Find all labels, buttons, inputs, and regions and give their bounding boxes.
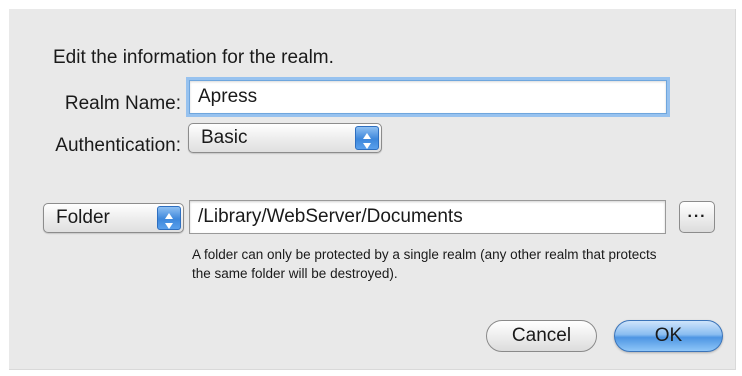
- authentication-popup[interactable]: Basic: [188, 123, 382, 153]
- up-down-arrows-icon: [355, 126, 379, 150]
- authentication-label: Authentication:: [55, 135, 181, 156]
- up-down-arrows-icon: [157, 206, 181, 230]
- scope-selected: Folder: [56, 207, 110, 228]
- folder-note: A folder can only be protected by a sing…: [192, 247, 657, 281]
- scope-popup[interactable]: Folder: [43, 203, 184, 233]
- dialog-prompt: Edit the information for the realm.: [53, 47, 334, 68]
- realm-name-input[interactable]: Apress: [189, 80, 667, 114]
- folder-path-value: /Library/WebServer/Documents: [198, 206, 463, 227]
- cancel-button[interactable]: Cancel: [486, 320, 597, 352]
- realm-name-value: Apress: [198, 86, 258, 107]
- ok-button[interactable]: OK: [614, 320, 723, 352]
- realm-name-label: Realm Name:: [64, 93, 181, 114]
- folder-path-input[interactable]: /Library/WebServer/Documents: [189, 200, 666, 234]
- authentication-selected: Basic: [201, 127, 248, 148]
- browse-button[interactable]: ···: [679, 201, 715, 233]
- edit-realm-dialog: Edit the information for the realm. Real…: [9, 9, 736, 370]
